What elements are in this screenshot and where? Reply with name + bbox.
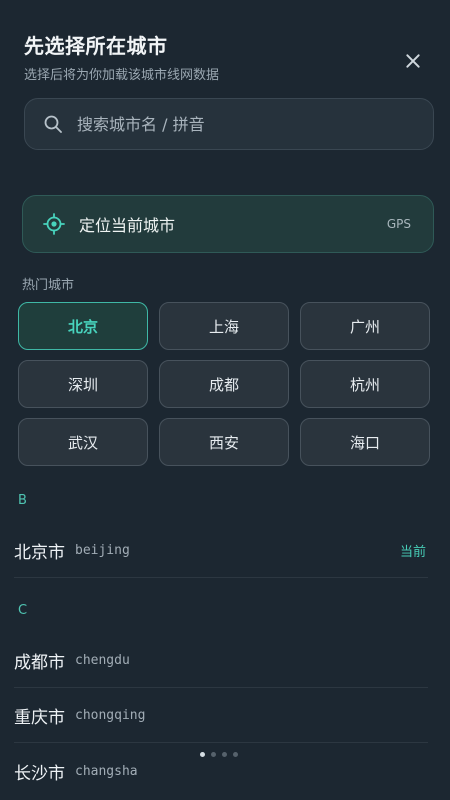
hot-city-chip[interactable]: 深圳 (18, 360, 148, 408)
city-pinyin: beijing (75, 543, 130, 558)
index-letter-c: C (18, 603, 28, 618)
search-icon (44, 115, 62, 133)
crosshair-icon (43, 213, 65, 235)
page-dot (233, 752, 238, 757)
hot-city-chip[interactable]: 海口 (300, 418, 430, 466)
hot-city-chip[interactable]: 广州 (300, 302, 430, 350)
page-dot (222, 752, 227, 757)
page-subtitle: 选择后将为你加载该城市线网数据 (24, 68, 220, 83)
search-input[interactable] (75, 113, 433, 135)
city-name: 成都市 (14, 653, 65, 673)
page-dot (211, 752, 216, 757)
city-name: 长沙市 (14, 763, 65, 784)
hot-city-chip[interactable]: 武汉 (18, 418, 148, 466)
hot-city-chip[interactable]: 上海 (159, 302, 289, 350)
hot-city-chip[interactable]: 杭州 (300, 360, 430, 408)
search-box[interactable] (24, 98, 434, 150)
hot-city-chip[interactable]: 西安 (159, 418, 289, 466)
city-name: 重庆市 (14, 708, 65, 728)
page-dot-active (200, 752, 205, 757)
city-pinyin: chengdu (75, 653, 130, 668)
gps-tag: GPS (386, 217, 411, 231)
current-badge: 当前 (399, 545, 426, 560)
city-list-row[interactable]: 北京市 beijing 当前 (14, 524, 428, 578)
city-name: 北京市 (14, 543, 65, 563)
city-list-row[interactable]: 成都市 chengdu (14, 634, 428, 688)
index-letter-b: B (18, 493, 27, 508)
hot-city-grid: 北京 上海 广州 深圳 成都 杭州 武汉 西安 海口 (18, 302, 432, 466)
city-list-row[interactable]: 重庆市 chongqing (14, 689, 428, 743)
page-indicator (200, 752, 238, 757)
hot-city-chip[interactable]: 北京 (18, 302, 148, 350)
close-icon[interactable] (398, 46, 428, 76)
hot-cities-heading: 热门城市 (22, 278, 75, 293)
locate-label: 定位当前城市 (79, 216, 176, 235)
hot-city-chip[interactable]: 成都 (159, 360, 289, 408)
city-pinyin: chongqing (75, 708, 146, 723)
page-title: 先选择所在城市 (24, 34, 168, 58)
city-picker-screen: 先选择所在城市 选择后将为你加载该城市线网数据 定位当前城市 GPS 热门城市 … (0, 0, 450, 800)
locate-current-city-button[interactable]: 定位当前城市 GPS (22, 195, 434, 253)
city-pinyin: changsha (75, 763, 138, 779)
